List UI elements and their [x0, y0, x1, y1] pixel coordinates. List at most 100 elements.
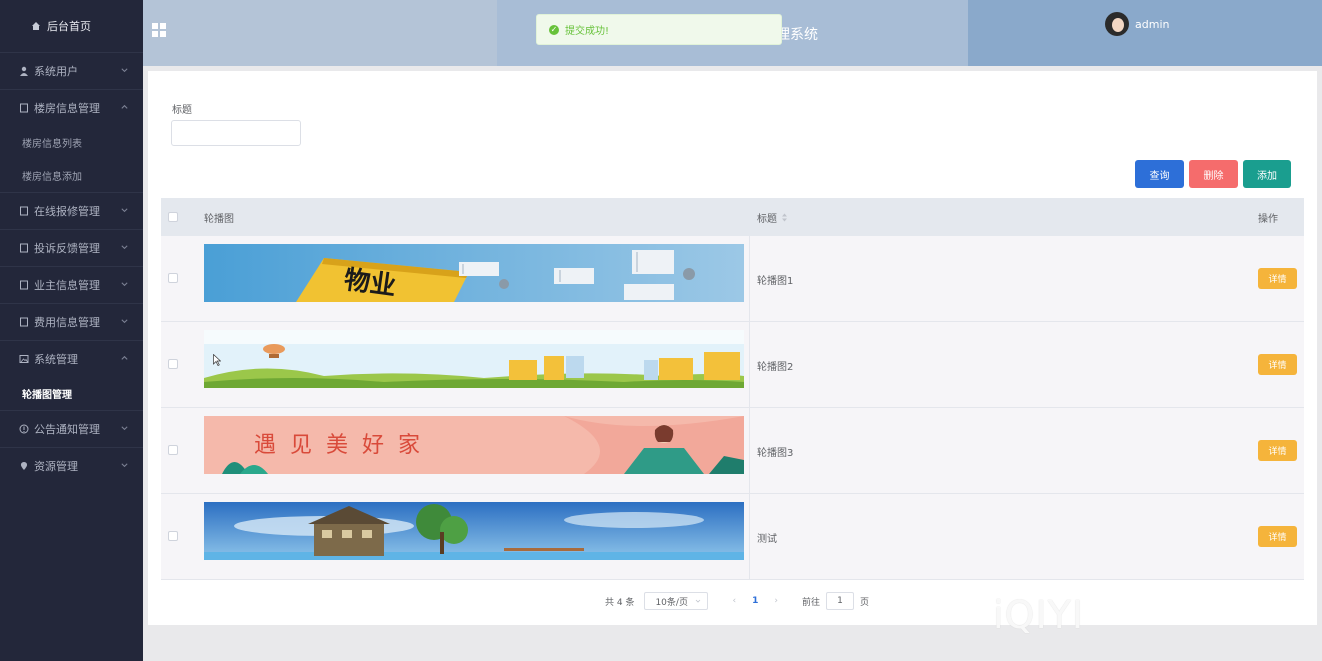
- pagination: 共 4 条 10条/页 ‹ 1 › 前往 1 页: [605, 592, 869, 610]
- row-title: 轮播图2: [757, 362, 794, 373]
- column-divider: [749, 494, 750, 580]
- sidebar-sub-building-add[interactable]: 楼房信息添加: [0, 159, 143, 192]
- goto-page-input[interactable]: 1: [825, 592, 854, 610]
- watermark: iQIYI: [993, 593, 1085, 637]
- home-icon: [32, 22, 40, 30]
- table-row: 物业 轮播图1 详情: [161, 236, 1304, 322]
- row-checkbox[interactable]: [168, 273, 178, 283]
- page-number-current[interactable]: 1: [752, 596, 758, 606]
- sidebar-item-repair[interactable]: 在线报修管理: [0, 192, 143, 229]
- sidebar-item-owner[interactable]: 业主信息管理: [0, 266, 143, 303]
- chevron-down-icon: [696, 599, 701, 603]
- chevron-down-icon: [121, 463, 128, 468]
- sidebar-item-building[interactable]: 楼房信息管理: [0, 89, 143, 126]
- doc-icon: [18, 317, 29, 328]
- doc-icon: [18, 206, 29, 217]
- carousel-table: 轮播图 标题 操作 物业 轮播图1 详情 轮播图2 详情 遇见美好家 轮播图3 …: [161, 198, 1304, 580]
- detail-button[interactable]: 详情: [1258, 440, 1297, 461]
- sidebar-item-notice[interactable]: 公告通知管理: [0, 410, 143, 447]
- delete-button[interactable]: 删除: [1189, 160, 1238, 188]
- row-checkbox[interactable]: [168, 359, 178, 369]
- row-title: 轮播图1: [757, 276, 794, 287]
- sidebar-item-users[interactable]: 系统用户: [0, 52, 143, 89]
- prev-page-icon[interactable]: ‹: [732, 596, 736, 606]
- sidebar-home-label: 后台首页: [47, 20, 91, 33]
- page-suffix: 页: [859, 597, 869, 608]
- goto-page-value: 1: [837, 596, 843, 606]
- banner-3-text: 遇见美好家: [254, 433, 434, 458]
- title-label: 标题: [172, 105, 192, 116]
- page-size-value: 10条/页: [655, 597, 688, 608]
- success-toast: ✓ 提交成功!: [536, 14, 782, 45]
- avatar: [1105, 12, 1129, 36]
- detail-button[interactable]: 详情: [1258, 526, 1297, 547]
- doc-icon: [18, 280, 29, 291]
- toast-message: 提交成功!: [565, 26, 610, 37]
- info-icon: [18, 424, 29, 435]
- banner-image-3: 遇见美好家: [204, 416, 744, 474]
- mouse-cursor-icon: [213, 354, 221, 366]
- sidebar-home[interactable]: 后台首页: [0, 0, 143, 52]
- doc-icon: [18, 103, 29, 114]
- sidebar-item-label: 资源管理: [34, 460, 78, 473]
- sidebar: 后台首页 系统用户 楼房信息管理 楼房信息列表 楼房信息添加 在线报修管理 投诉…: [0, 0, 143, 661]
- chevron-up-icon: [121, 355, 128, 360]
- row-title: 测试: [757, 534, 777, 545]
- sidebar-item-label: 楼房信息管理: [34, 102, 100, 115]
- column-divider: [749, 408, 750, 494]
- chevron-down-icon: [121, 68, 128, 73]
- sidebar-item-label: 系统用户: [34, 65, 78, 78]
- sidebar-item-resource[interactable]: 资源管理: [0, 447, 143, 484]
- column-header-title[interactable]: 标题: [757, 210, 788, 225]
- username: admin: [1135, 17, 1170, 31]
- check-circle-icon: ✓: [549, 24, 559, 35]
- table-row: 遇见美好家 轮播图3 详情: [161, 408, 1304, 494]
- row-checkbox[interactable]: [168, 445, 178, 455]
- user-icon: [18, 66, 29, 77]
- banner-image-1: 物业: [204, 244, 744, 302]
- location-icon: [18, 461, 29, 472]
- row-title: 轮播图3: [757, 448, 794, 459]
- system-title: 理系统: [776, 27, 818, 43]
- picture-icon: [18, 354, 29, 365]
- sidebar-sub-building-list[interactable]: 楼房信息列表: [0, 126, 143, 159]
- menu-grid-icon[interactable]: [152, 23, 166, 37]
- detail-button[interactable]: 详情: [1258, 268, 1297, 289]
- sidebar-item-system[interactable]: 系统管理: [0, 340, 143, 377]
- table-header: 轮播图 标题 操作: [161, 198, 1304, 236]
- chevron-down-icon: [121, 282, 128, 287]
- next-page-icon[interactable]: ›: [774, 596, 778, 606]
- sidebar-item-label: 投诉反馈管理: [34, 242, 100, 255]
- goto-label: 前往: [801, 597, 820, 608]
- column-header-title-text: 标题: [757, 213, 777, 225]
- sidebar-item-fee[interactable]: 费用信息管理: [0, 303, 143, 340]
- column-divider: [749, 236, 750, 322]
- doc-icon: [18, 243, 29, 254]
- sidebar-item-label: 系统管理: [34, 353, 78, 366]
- query-button[interactable]: 查询: [1135, 160, 1184, 188]
- detail-button[interactable]: 详情: [1258, 354, 1297, 375]
- sidebar-item-label: 业主信息管理: [34, 279, 100, 292]
- content-card: 标题 查询 删除 添加 轮播图 标题 操作 物业 轮播图1 详情 轮播图2 详情…: [148, 71, 1317, 625]
- sidebar-item-complaint[interactable]: 投诉反馈管理: [0, 229, 143, 266]
- page-size-select[interactable]: 10条/页: [644, 592, 709, 610]
- banner-image-4: [204, 502, 744, 560]
- sidebar-item-label: 在线报修管理: [34, 205, 100, 218]
- sort-icon[interactable]: [781, 213, 788, 222]
- table-row: 轮播图2 详情: [161, 322, 1304, 408]
- column-divider: [749, 322, 750, 408]
- sidebar-item-label: 公告通知管理: [34, 423, 100, 436]
- column-header-action: 操作: [1258, 213, 1278, 225]
- row-checkbox[interactable]: [168, 531, 178, 541]
- chevron-down-icon: [121, 245, 128, 250]
- chevron-down-icon: [121, 426, 128, 431]
- column-header-image: 轮播图: [204, 213, 234, 225]
- banner-image-2: [204, 330, 744, 388]
- sidebar-item-label: 费用信息管理: [34, 316, 100, 329]
- add-button[interactable]: 添加: [1243, 160, 1291, 188]
- sidebar-sub-carousel[interactable]: 轮播图管理: [0, 377, 143, 410]
- select-all-checkbox[interactable]: [168, 212, 178, 222]
- chevron-up-icon: [121, 104, 128, 109]
- user-menu[interactable]: admin: [1105, 12, 1169, 36]
- title-search-input[interactable]: [171, 120, 301, 146]
